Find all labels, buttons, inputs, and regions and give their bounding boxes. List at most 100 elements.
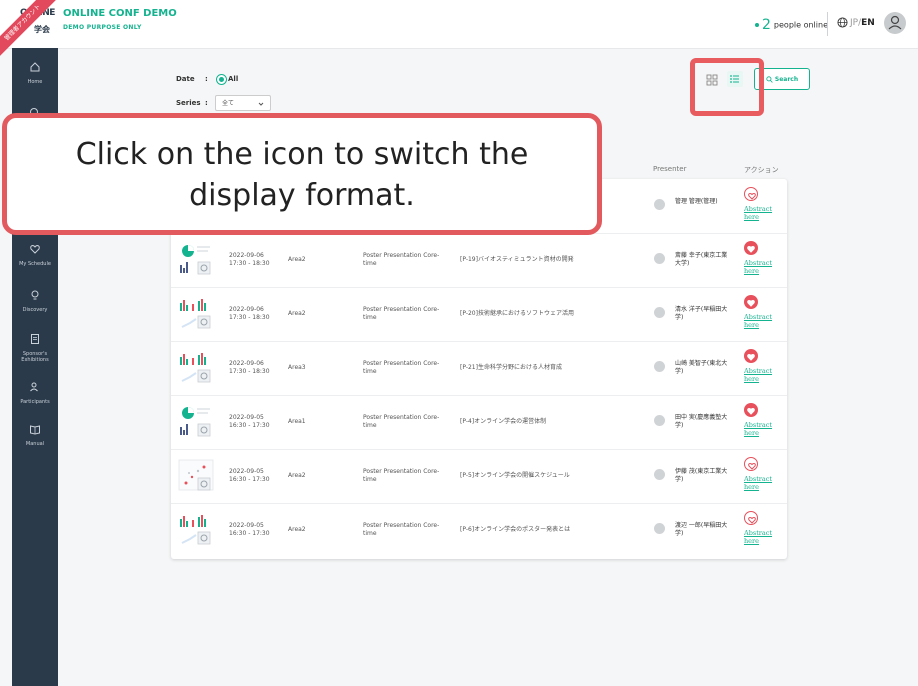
- pie-chart-thumbnail-icon: [180, 245, 211, 275]
- table-row[interactable]: 2022-09-06 17:30 - 18:30 Area3 Poster Prese…: [171, 341, 787, 396]
- view-toggle-highlight: [690, 58, 764, 116]
- sidebar-item-sponsors[interactable]: Sponsor's Exhibitions: [12, 332, 58, 363]
- presenter-name: 斎藤 幸子(東京工業大学): [675, 252, 728, 267]
- action-column-header: アクション: [744, 166, 779, 174]
- heart-icon: [748, 462, 756, 470]
- session-time: 17:30 - 18:30: [229, 314, 270, 321]
- abstract-link[interactable]: Abstract here: [744, 529, 787, 545]
- session-time: 16:30 - 17:30: [229, 476, 270, 483]
- table-row[interactable]: 2022-09-05 16:30 - 17:30 Area1 Poster Prese…: [171, 395, 787, 450]
- favorite-button[interactable]: [744, 187, 758, 201]
- date-all-label[interactable]: All: [228, 75, 238, 83]
- user-avatar[interactable]: [884, 12, 906, 34]
- abstract-link[interactable]: Abstract here: [744, 367, 787, 383]
- globe-icon: [837, 17, 848, 28]
- people-icon: [30, 382, 38, 392]
- scatter-thumbnail-icon: [178, 459, 214, 491]
- sidebar-item-label: Home: [27, 79, 43, 85]
- session-date: 2022-09-05: [229, 522, 264, 529]
- session-title[interactable]: [P-6]オンライン学会のポスター発表とは: [460, 526, 640, 534]
- session-title[interactable]: [P-21]生命科学分野における人材育成: [460, 364, 640, 372]
- callout-text: Click on the icon to switch the display …: [7, 134, 597, 216]
- sidebar-item-my-schedule[interactable]: My Schedule: [12, 242, 58, 267]
- document-icon: [31, 334, 39, 344]
- sidebar-item-label: My Schedule: [19, 261, 51, 267]
- logo-line2: 学会: [34, 25, 50, 34]
- heart-icon: [747, 299, 755, 307]
- abstract-link[interactable]: Abstract here: [744, 205, 787, 221]
- heart-icon: [747, 245, 755, 253]
- sidebar-item-home[interactable]: Home: [12, 60, 58, 85]
- search-icon: [766, 76, 773, 83]
- abstract-link[interactable]: Abstract here: [744, 475, 787, 491]
- sidebar-item-manual[interactable]: Manual: [12, 422, 58, 447]
- callout-line1: Click on the icon to switch the: [75, 137, 529, 172]
- date-filter-label: Date: [176, 75, 195, 83]
- abstract-link[interactable]: Abstract here: [744, 421, 787, 437]
- favorite-button[interactable]: [744, 349, 758, 363]
- sidebar-item-participants[interactable]: Participants: [12, 380, 58, 405]
- poster-thumbnail[interactable]: [178, 297, 216, 331]
- heart-icon: [747, 407, 755, 415]
- presenter-avatar: [654, 199, 665, 210]
- session-time: 16:30 - 17:30: [229, 530, 270, 537]
- sessions-table: 管理 管理(管理) Abstract here 2022-09-06 17:30 - …: [171, 179, 787, 559]
- app-title: ONLINE CONF DEMO: [63, 8, 177, 19]
- sidebar-item-discovery[interactable]: Discovery: [12, 288, 58, 313]
- session-datetime: 2022-09-05 16:30 - 17:30: [229, 468, 289, 484]
- session-date: 2022-09-06: [229, 252, 264, 259]
- session-date: 2022-09-05: [229, 468, 264, 475]
- session-datetime: 2022-09-06 17:30 - 18:30: [229, 252, 289, 268]
- presenter-avatar: [654, 469, 665, 480]
- presenter-name: 清水 洋子(早稲田大学): [675, 306, 728, 321]
- poster-thumbnail[interactable]: [178, 351, 216, 385]
- session-area: Area2: [288, 526, 306, 533]
- poster-thumbnail[interactable]: [178, 513, 216, 547]
- bar-chart-thumbnail-icon: [180, 299, 211, 329]
- bulb-icon: [31, 290, 39, 300]
- poster-thumbnail[interactable]: [178, 459, 216, 493]
- table-row[interactable]: 2022-09-05 16:30 - 17:30 Area2 Poster Prese…: [171, 503, 787, 557]
- session-title[interactable]: [P-20]技術継承におけるソフトウェア活用: [460, 310, 640, 318]
- session-type: Poster Presentation Core-time: [363, 360, 440, 375]
- date-all-radio[interactable]: [216, 74, 227, 85]
- session-type: Poster Presentation Core-time: [363, 468, 440, 483]
- favorite-button[interactable]: [744, 295, 758, 309]
- session-datetime: 2022-09-05 16:30 - 17:30: [229, 522, 289, 538]
- series-filter-colon: :: [205, 99, 208, 107]
- heart-icon: [748, 192, 756, 200]
- date-filter-colon: :: [205, 75, 208, 83]
- session-title[interactable]: [P-5]オンライン学会の開催スケジュール: [460, 472, 640, 480]
- presenter-avatar: [654, 415, 665, 426]
- session-date: 2022-09-06: [229, 360, 264, 367]
- session-datetime: 2022-09-06 17:30 - 18:30: [229, 360, 289, 376]
- poster-thumbnail[interactable]: [178, 405, 216, 439]
- bar-chart-thumbnail-icon: [180, 353, 211, 383]
- table-row[interactable]: 2022-09-05 16:30 - 17:30 Area2 Poster Prese…: [171, 449, 787, 504]
- favorite-button[interactable]: [744, 403, 758, 417]
- presenter-name: 山崎 美智子(東北大学): [675, 360, 728, 375]
- abstract-link[interactable]: Abstract here: [744, 313, 787, 329]
- session-title[interactable]: [P-19]バイオスティミュラント資材の開発: [460, 256, 640, 264]
- poster-thumbnail[interactable]: [178, 243, 216, 277]
- lang-en[interactable]: EN: [861, 18, 875, 28]
- table-row[interactable]: 2022-09-06 17:30 - 18:30 Area2 Poster Prese…: [171, 287, 787, 342]
- session-area: Area1: [288, 418, 306, 425]
- favorite-button[interactable]: [744, 241, 758, 255]
- callout-line2: display format.: [189, 178, 415, 213]
- language-switcher[interactable]: JP/EN: [837, 17, 875, 28]
- favorite-button[interactable]: [744, 511, 758, 525]
- presenter-avatar: [654, 361, 665, 372]
- series-select[interactable]: 全て: [215, 95, 271, 111]
- session-date: 2022-09-05: [229, 414, 264, 421]
- session-type: Poster Presentation Core-time: [363, 252, 440, 267]
- table-row[interactable]: 2022-09-06 17:30 - 18:30 Area2 Poster Prese…: [171, 233, 787, 288]
- lang-jp[interactable]: JP: [850, 18, 858, 28]
- session-time: 16:30 - 17:30: [229, 422, 270, 429]
- session-title[interactable]: [P-4]オンライン学会の運営体制: [460, 418, 640, 426]
- online-dot-icon: [755, 23, 759, 27]
- session-date: 2022-09-06: [229, 306, 264, 313]
- series-filter-label: Series: [176, 99, 201, 107]
- favorite-button[interactable]: [744, 457, 758, 471]
- abstract-link[interactable]: Abstract here: [744, 259, 787, 275]
